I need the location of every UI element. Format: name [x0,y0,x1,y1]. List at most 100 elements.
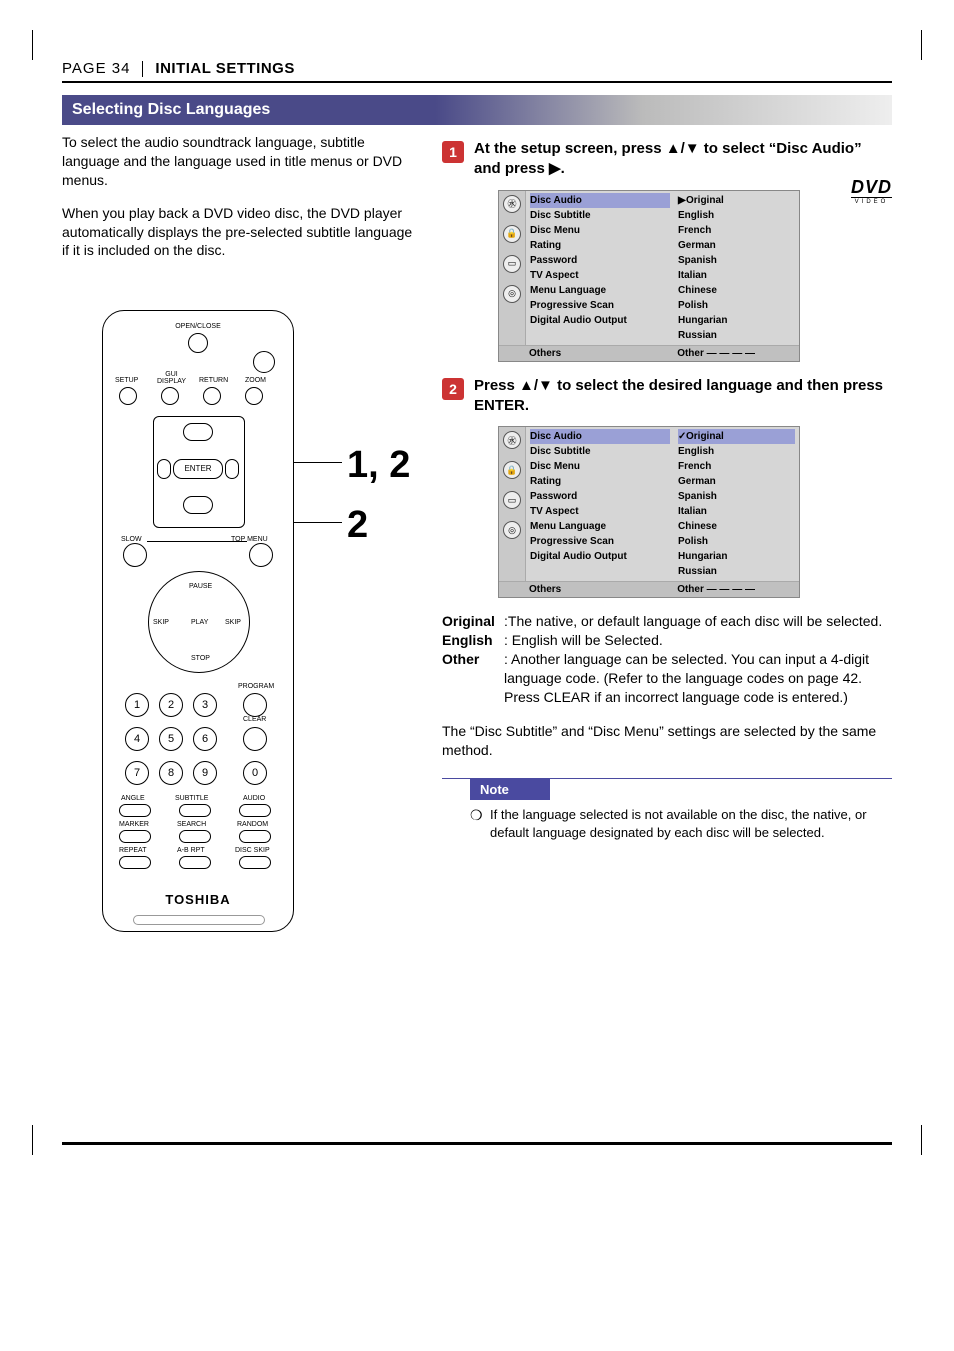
play-label: PLAY [191,619,208,626]
osd-option: Italian [678,504,795,519]
def-english-term: English [442,631,504,650]
setup-button [119,387,137,405]
pointer-icon: ▶ [678,193,686,208]
remote-bottom-curve [133,915,265,925]
repeat-label: REPEAT [119,847,147,854]
osd-item: Password [530,489,670,504]
osd-item: Disc Menu [530,459,670,474]
osd-item: Disc Menu [530,223,670,238]
step-1-badge: 1 [442,141,464,163]
angle-button [119,804,151,817]
osd-option: French [678,459,795,474]
audio-label: AUDIO [243,795,265,802]
program-label: PROGRAM [238,683,274,690]
disc-skip-button [239,856,271,869]
osd-menu-2: ㊌ 🔒 ▭ ◎ Disc Audio Disc Subtitle Disc Me… [498,426,800,598]
clear-label: CLEAR [243,716,266,723]
crop-mark [915,30,922,60]
search-label: SEARCH [177,821,206,828]
osd-item: TV Aspect [530,504,670,519]
osd-category-icons: ㊌ 🔒 ▭ ◎ [499,191,526,345]
ab-rpt-button [179,856,211,869]
dpad-left [157,459,171,479]
ab-rpt-label: A-B RPT [177,847,205,854]
step-1: 1 At the setup screen, press ▲/▼ to sele… [442,139,892,180]
note-block: Note ❍ If the language selected is not a… [442,778,892,841]
setup-label: SETUP [115,377,138,384]
subsection-title-bar: Selecting Disc Languages [62,95,892,125]
up-down-icon: ▲/▼ [666,139,700,159]
osd-item: Rating [530,238,670,253]
pause-label: PAUSE [189,583,212,590]
program-button [243,693,267,717]
osd-option: Italian [678,268,795,283]
digit-1: 1 [125,693,149,717]
closing-paragraph: The “Disc Subtitle” and “Disc Menu” sett… [442,722,892,760]
up-down-icon: ▲/▼ [519,376,553,396]
disc-icon: ◎ [503,285,521,303]
slow-rev-button [123,543,147,567]
random-button [239,830,271,843]
step-2-badge: 2 [442,378,464,400]
dvd-logo-text: DVD [851,178,892,196]
def-other-text: : Another language can be selected. You … [504,650,892,707]
osd-option: Polish [678,298,795,313]
osd-option: Chinese [678,519,795,534]
osd-item: TV Aspect [530,268,670,283]
digit-4: 4 [125,727,149,751]
dpad-down [183,496,213,514]
globe-icon: ㊌ [503,195,521,213]
subtitle-button [179,804,211,817]
osd-option-selected: ✓Original [678,429,795,444]
osd-item: Disc Subtitle [530,444,670,459]
open-close-button [188,333,208,353]
subtitle-label: SUBTITLE [175,795,208,802]
osd-item: Progressive Scan [530,534,670,549]
def-original-term: Original [442,612,504,631]
osd-option: Chinese [678,283,795,298]
osd-option: English [678,208,795,223]
section-title: INITIAL SETTINGS [155,60,294,77]
osd-option: ▶Original [678,193,795,208]
note-label: Note [470,779,550,800]
osd-option: English [678,444,795,459]
callout-steps-1-2: 1, 2 [347,440,410,491]
crop-mark [915,1125,922,1155]
osd-category-icons: ㊌ 🔒 ▭ ◎ [499,427,526,581]
globe-icon: ㊌ [503,431,521,449]
zoom-label: ZOOM [245,377,266,384]
osd-item: Disc Subtitle [530,208,670,223]
digit-7: 7 [125,761,149,785]
divider [142,61,143,77]
osd-option: Spanish [678,489,795,504]
repeat-button [119,856,151,869]
osd-item: Password [530,253,670,268]
osd-option: Hungarian [678,313,795,328]
osd-footer: Others Other — — — — [499,345,799,361]
dvd-logo-sub: VIDEO [851,199,892,205]
intro-paragraph-2: When you play back a DVD video disc, the… [62,204,422,261]
remote-control-diagram: OPEN/CLOSE SETUP GUI DISPLAY RETURN ZOOM [102,310,294,932]
osd-option: Polish [678,534,795,549]
tv-icon: ▭ [503,491,521,509]
step-2-text: Press ▲/▼ to select the desired language… [474,376,892,417]
callout-line [292,462,342,463]
angle-label: ANGLE [121,795,145,802]
osd-option: French [678,223,795,238]
definitions: Original :The native, or default languag… [442,612,892,706]
osd-footer: Others Other — — — — [499,581,799,597]
lock-icon: 🔒 [503,461,521,479]
zoom-button [245,387,263,405]
crop-mark [32,1125,39,1155]
footer-rule [62,1142,892,1145]
step-1-text: At the setup screen, press ▲/▼ to select… [474,139,892,180]
power-button [253,351,275,373]
def-english-text: : English will be Selected. [504,631,892,650]
callout-step-2: 2 [347,500,368,551]
skip-next-label: SKIP [225,619,241,626]
osd-option: Russian [678,328,795,343]
crop-mark [32,30,39,60]
return-button [203,387,221,405]
digit-9: 9 [193,761,217,785]
marker-label: MARKER [119,821,149,828]
